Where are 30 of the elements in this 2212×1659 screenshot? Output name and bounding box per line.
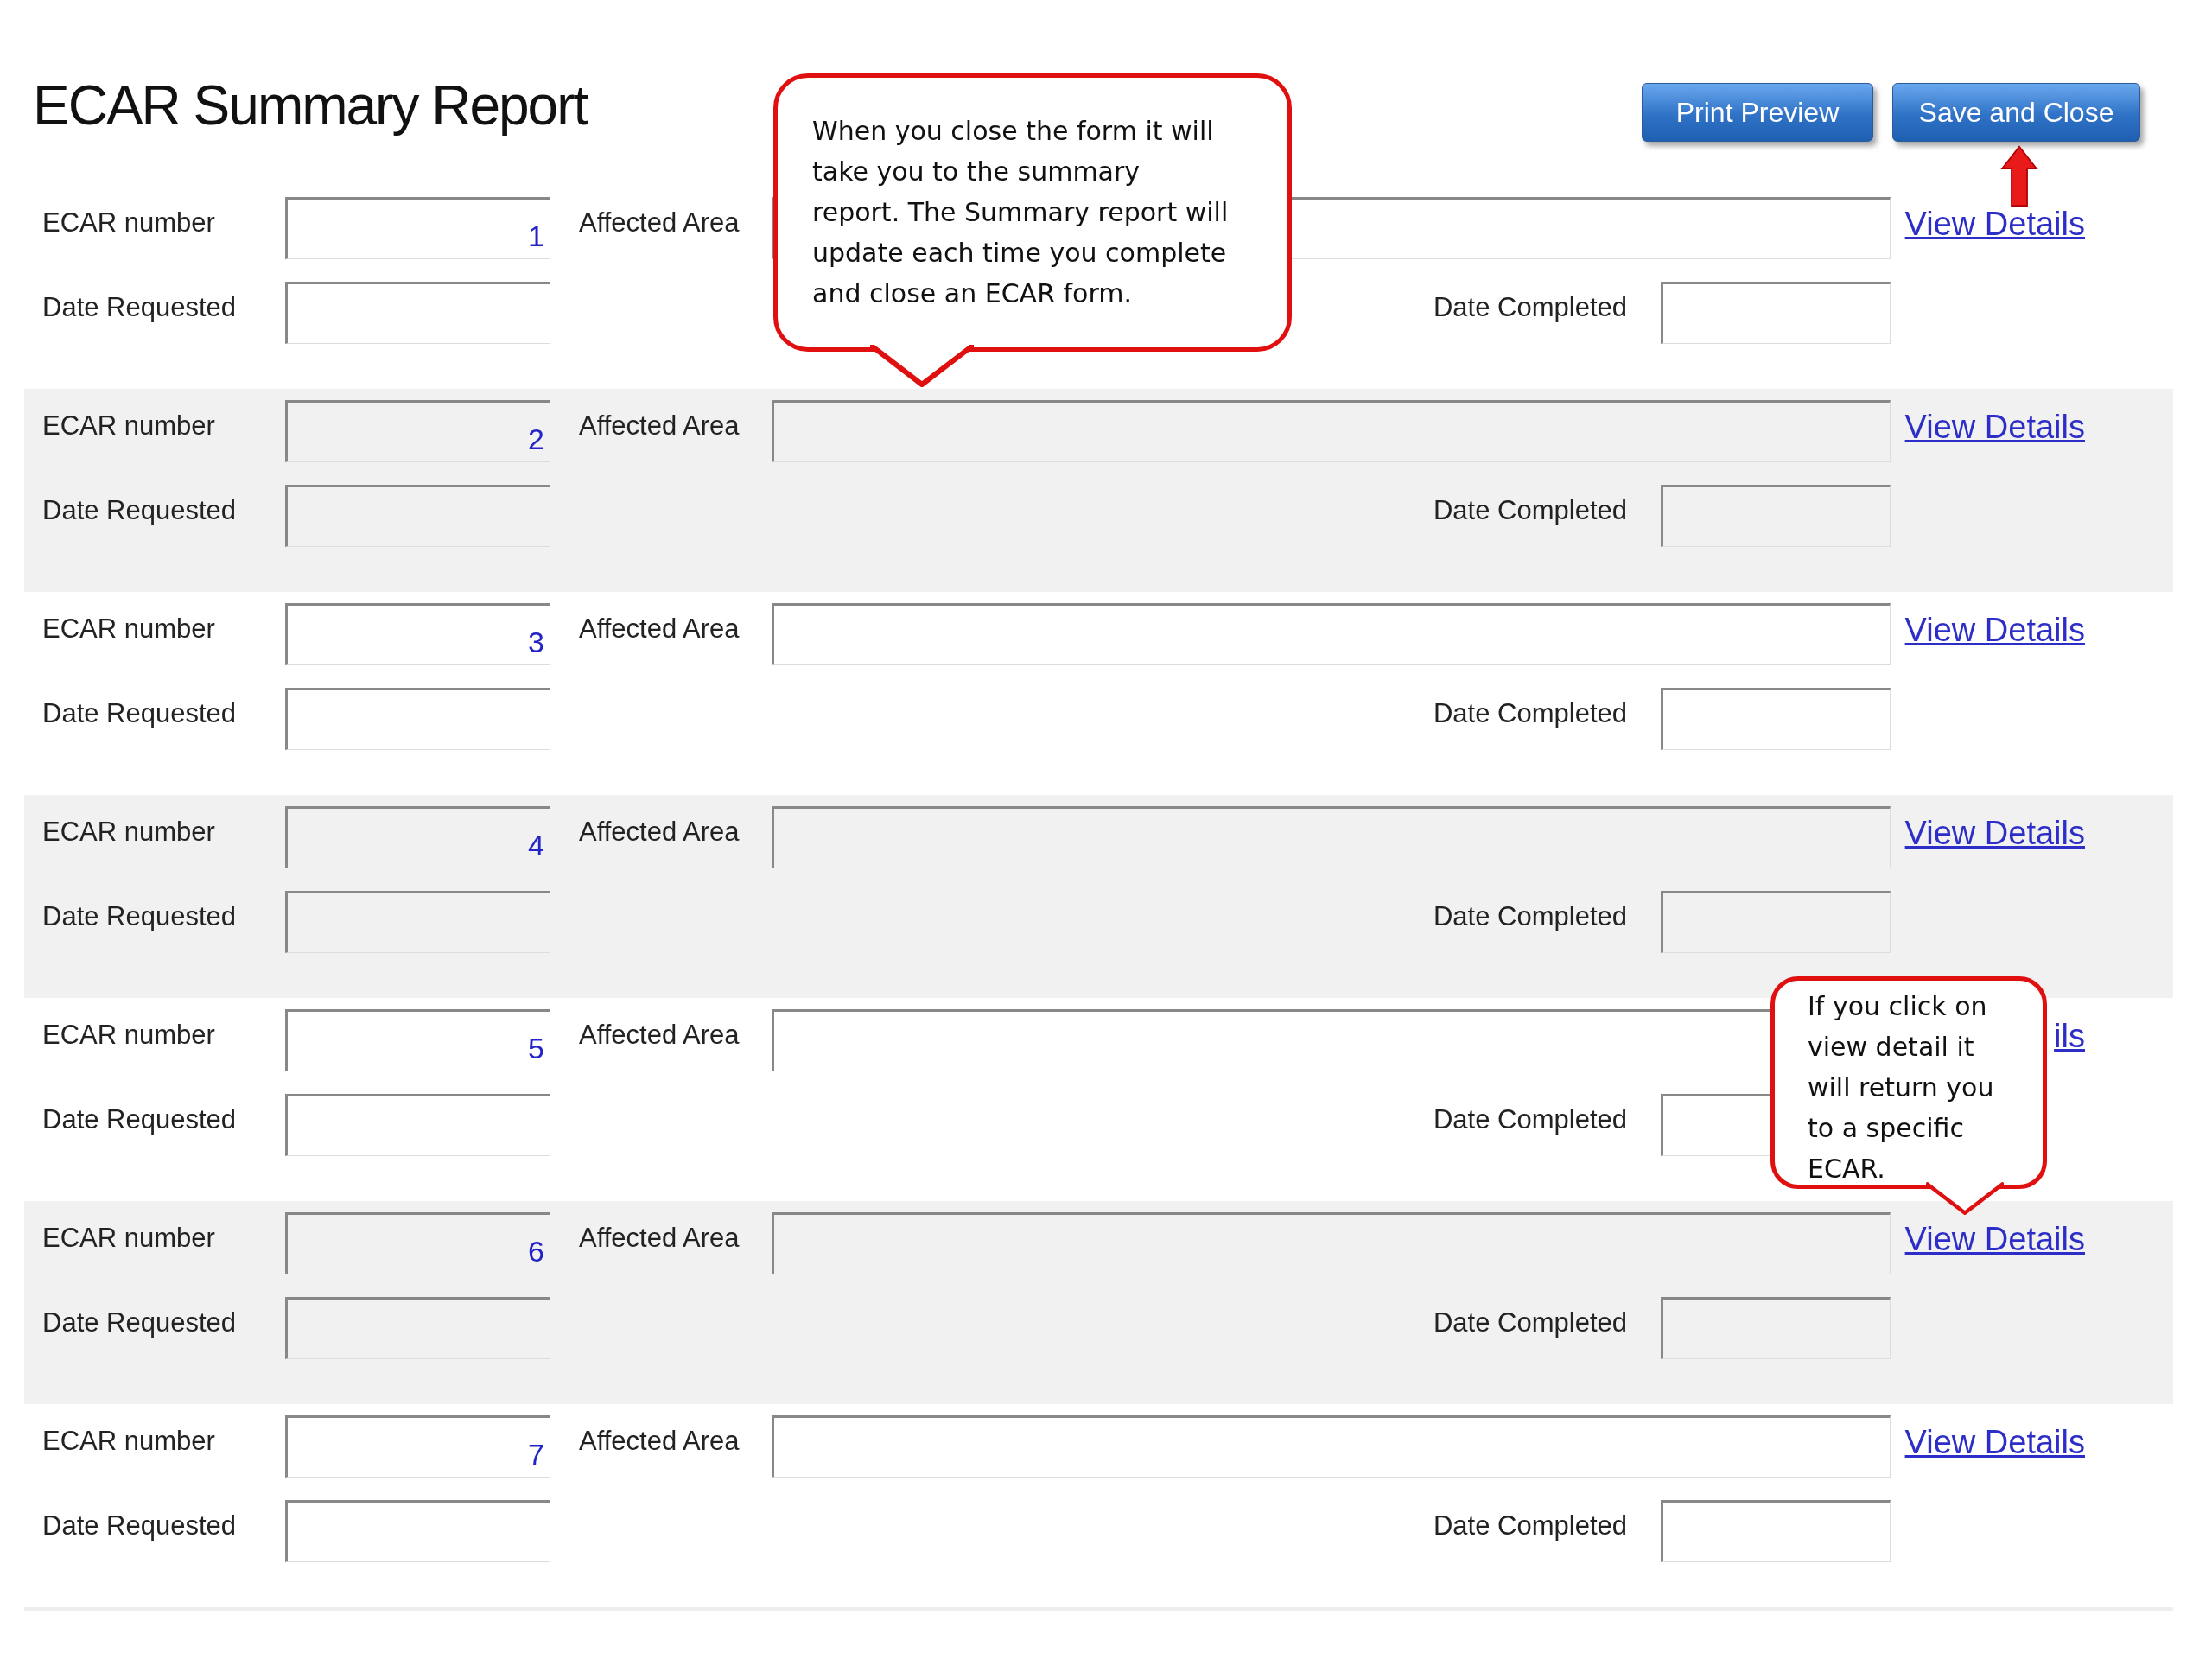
field-label: ECAR number bbox=[42, 816, 216, 848]
field-label: Affected Area bbox=[579, 1425, 741, 1457]
callout-text: If you click on view detail it will return you to a specific ECAR. bbox=[1808, 990, 1995, 1185]
field-label: Date Completed bbox=[1433, 1103, 1627, 1135]
field-label: Affected Area bbox=[579, 207, 741, 238]
field-label: Affected Area bbox=[579, 613, 741, 645]
field-label: ECAR number bbox=[42, 410, 216, 442]
field-label: ECAR number bbox=[42, 1222, 216, 1254]
field-label: Date Completed bbox=[1433, 494, 1627, 526]
field-label: Date Requested bbox=[42, 291, 238, 323]
field-label: Date Completed bbox=[1433, 1510, 1627, 1541]
field-label: ECAR number bbox=[42, 1425, 216, 1457]
field-label: Date Requested bbox=[42, 900, 238, 932]
field-label: Affected Area bbox=[579, 1222, 741, 1254]
field-label: Date Completed bbox=[1433, 1306, 1627, 1338]
field-label: Date Requested bbox=[42, 1510, 238, 1541]
field-label: Date Completed bbox=[1433, 697, 1627, 729]
field-label: Affected Area bbox=[579, 1019, 741, 1051]
field-label: Affected Area bbox=[579, 410, 741, 442]
field-label: Date Requested bbox=[42, 1103, 238, 1135]
field-label: Date Requested bbox=[42, 697, 238, 729]
field-label: Date Requested bbox=[42, 494, 238, 526]
field-label: ECAR number bbox=[42, 613, 216, 645]
field-label: Date Completed bbox=[1433, 900, 1627, 932]
callout-text: When you close the form it will take you to the summary report. The Summary report will update each time you complete and close an ECAR form. bbox=[812, 115, 1230, 310]
field-label: Affected Area bbox=[579, 816, 741, 848]
field-label: Date Requested bbox=[42, 1306, 238, 1338]
field-label: ECAR number bbox=[42, 1019, 216, 1051]
field-label: Date Completed bbox=[1433, 291, 1627, 323]
field-label: ECAR number bbox=[42, 207, 216, 238]
